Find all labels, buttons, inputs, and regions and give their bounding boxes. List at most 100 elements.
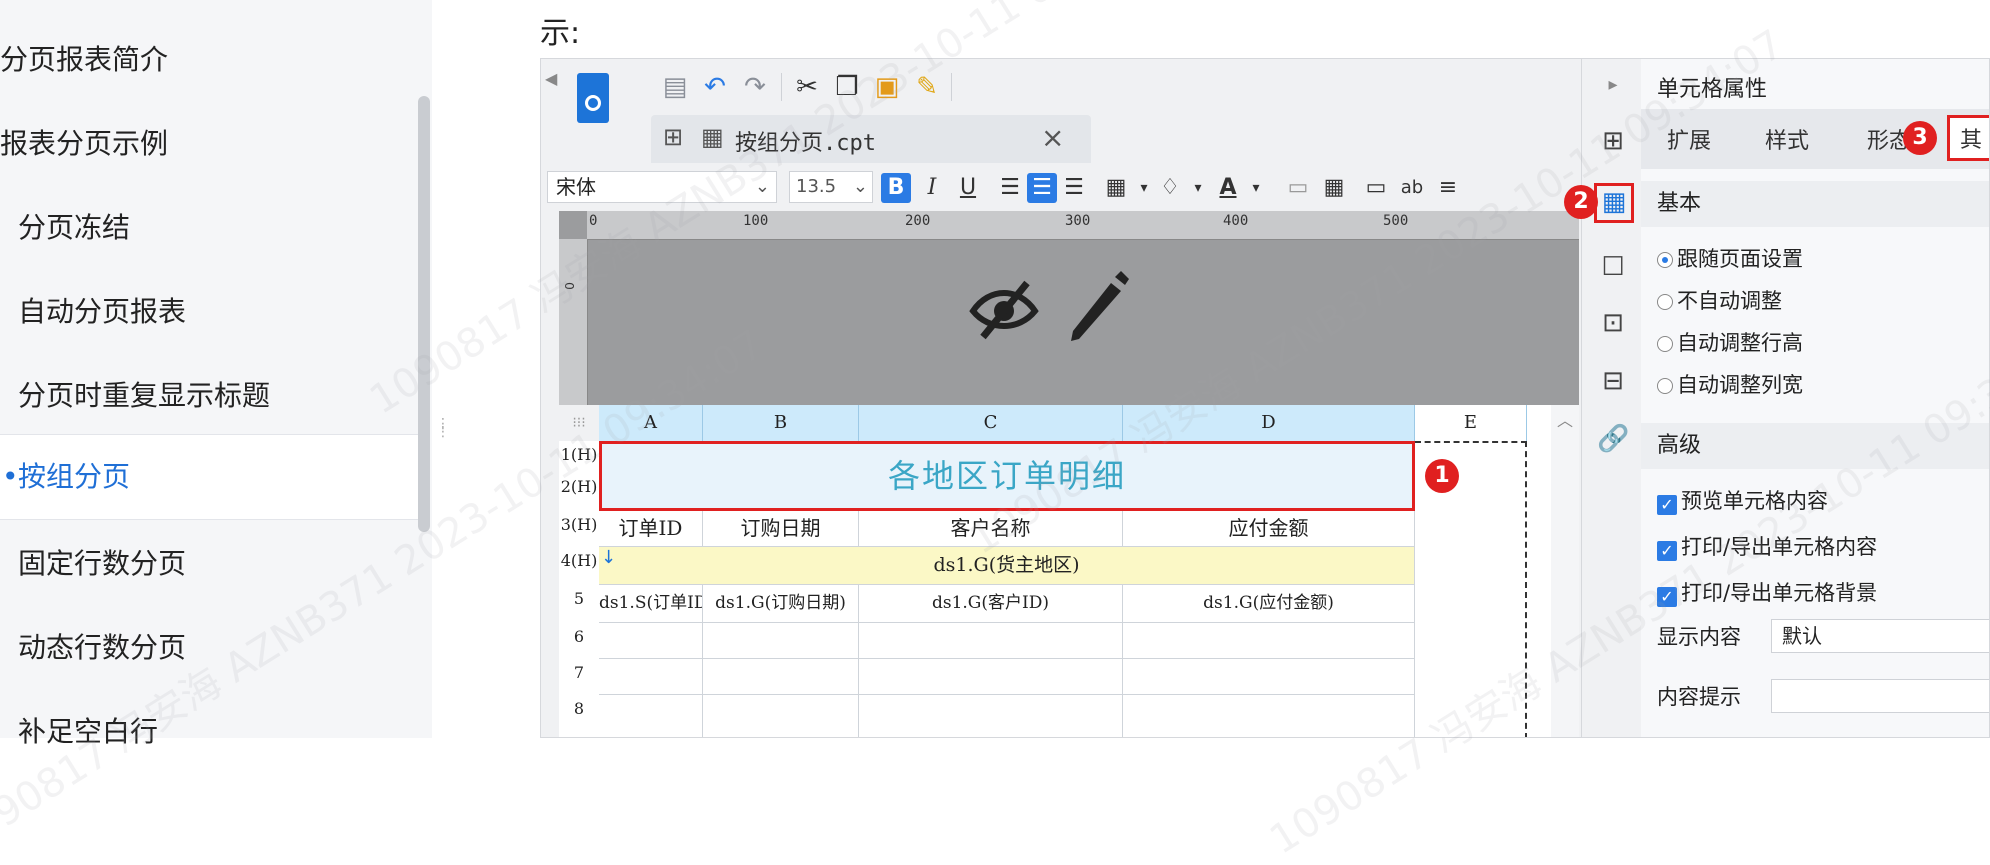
format-painter-icon[interactable]: ✎ xyxy=(911,71,943,103)
align-left-icon[interactable]: ☰ xyxy=(995,173,1025,203)
radio-selected-icon xyxy=(1657,252,1673,268)
data-cell[interactable]: ds1.G(订购日期) xyxy=(703,585,859,623)
more-options-icon[interactable]: ≡ xyxy=(1433,173,1463,203)
paste-icon[interactable]: ▣ xyxy=(871,71,903,103)
row-header[interactable]: 8 xyxy=(559,699,599,718)
chevron-down-icon[interactable]: ▾ xyxy=(1183,173,1213,203)
nav-item-repeat-title[interactable]: 分页时重复显示标题 xyxy=(18,374,438,414)
row-header[interactable]: 2(H) xyxy=(559,477,599,496)
checkbox-print-content[interactable]: ✓ 打印/导出单元格内容 xyxy=(1657,531,1877,561)
display-content-select[interactable]: 默认 xyxy=(1771,619,1989,653)
report-title-cell[interactable]: 各地区订单明细 xyxy=(599,441,1415,511)
empty-cell[interactable] xyxy=(1123,659,1415,695)
column-header-b[interactable]: B xyxy=(703,405,859,441)
nav-item-examples[interactable]: 报表分页示例 xyxy=(0,122,420,162)
file-tab[interactable]: ⊞ ▦ 按组分页.cpt × xyxy=(651,115,1091,163)
align-center-icon[interactable]: ☰ xyxy=(1027,173,1057,203)
undo-icon[interactable]: ↶ xyxy=(699,71,731,103)
nav-item-dynamic-rows[interactable]: 动态行数分页 xyxy=(18,626,438,666)
column-header-e[interactable]: E xyxy=(1415,405,1527,441)
tooltip-input[interactable] xyxy=(1771,679,1989,713)
cut-icon[interactable]: ✂ xyxy=(791,71,823,103)
row-header[interactable]: 4(H) xyxy=(559,551,599,570)
tab-other[interactable]: 其 xyxy=(1947,115,1989,161)
copy-icon[interactable]: ❐ xyxy=(831,71,863,103)
column-header-d[interactable]: D xyxy=(1123,405,1415,441)
insert-table-icon[interactable]: ▦ xyxy=(1319,173,1349,203)
empty-cell[interactable] xyxy=(599,659,703,695)
collapse-left-icon[interactable]: ◀ xyxy=(545,69,557,88)
redo-icon[interactable]: ↷ xyxy=(739,71,771,103)
align-right-icon[interactable]: ☰ xyxy=(1059,173,1089,203)
radio-auto-col-width[interactable]: 自动调整列宽 xyxy=(1657,369,1803,399)
merge-cells-icon[interactable]: ▭ xyxy=(1283,173,1313,203)
report-element-icon[interactable]: ⊞ xyxy=(1597,125,1629,157)
chevron-up-icon[interactable]: ︿ xyxy=(1557,407,1573,431)
template-doc-icon[interactable] xyxy=(577,73,609,123)
header-cell[interactable]: 订购日期 xyxy=(703,511,859,547)
data-cell[interactable]: ds1.G(应付金额) xyxy=(1123,585,1415,623)
text-color-button[interactable]: A xyxy=(1213,173,1243,203)
row-header[interactable]: 3(H) xyxy=(559,515,599,534)
pencil-icon[interactable] xyxy=(1067,269,1131,343)
row-header[interactable]: 5 xyxy=(559,589,599,608)
empty-cell[interactable] xyxy=(1123,623,1415,659)
row-header[interactable]: 6 xyxy=(559,627,599,646)
row-header[interactable]: 1(H) xyxy=(559,445,599,464)
nav-item-group-page[interactable]: • 按组分页 xyxy=(0,434,420,520)
header-cell[interactable]: 应付金额 xyxy=(1123,511,1415,547)
row-header[interactable]: 7 xyxy=(559,663,599,682)
nav-item-freeze[interactable]: 分页冻结 xyxy=(18,206,438,246)
radio-auto-row-height[interactable]: 自动调整行高 xyxy=(1657,327,1803,357)
fill-color-icon[interactable]: ♢ xyxy=(1155,173,1185,203)
widget-icon[interactable]: ⊡ xyxy=(1597,307,1629,339)
nav-item-auto-page[interactable]: 自动分页报表 xyxy=(18,290,438,330)
italic-button[interactable]: I xyxy=(917,173,947,203)
data-cell[interactable]: ds1.G(客户ID) xyxy=(859,585,1123,623)
underline-button[interactable]: U xyxy=(953,173,983,203)
tab-expand[interactable]: 扩展 xyxy=(1667,123,1711,155)
tab-style[interactable]: 样式 xyxy=(1765,123,1809,155)
radio-follow-page[interactable]: 跟随页面设置 xyxy=(1657,243,1803,273)
header-cell[interactable]: 订单ID xyxy=(599,511,703,547)
text-wrap-button[interactable]: ab xyxy=(1397,173,1427,203)
header-cell[interactable]: 客户名称 xyxy=(859,511,1123,547)
empty-cell[interactable] xyxy=(703,623,859,659)
sidebar-scrollbar[interactable] xyxy=(418,96,430,532)
cell-element-icon[interactable]: ☐ xyxy=(1597,251,1629,283)
empty-cell[interactable] xyxy=(599,695,703,737)
empty-cell[interactable] xyxy=(703,659,859,695)
empty-cell[interactable] xyxy=(1123,695,1415,737)
group-cell[interactable]: ds1.G(货主地区) xyxy=(599,547,1415,585)
border-icon[interactable]: ▦ xyxy=(1101,173,1131,203)
condition-attributes-icon[interactable]: ⊟ xyxy=(1597,365,1629,397)
nav-item-intro[interactable]: 分页报表简介 xyxy=(0,38,420,78)
empty-cell[interactable] xyxy=(859,623,1123,659)
save-icon[interactable]: ▤ xyxy=(659,71,691,103)
data-cell[interactable]: ds1.S(订单ID) xyxy=(599,585,703,623)
empty-cell[interactable] xyxy=(859,695,1123,737)
font-size-select[interactable]: 13.5 ⌄ xyxy=(789,171,873,203)
radio-no-auto[interactable]: 不自动调整 xyxy=(1657,285,1782,315)
grid-scrollbar[interactable]: ︿ xyxy=(1551,405,1579,737)
chevron-down-icon[interactable]: ▾ xyxy=(1241,173,1271,203)
chevron-right-icon[interactable]: ▸ xyxy=(1597,69,1629,101)
resize-handle[interactable]: ⋮ ⋮ xyxy=(436,417,450,439)
checkbox-print-background[interactable]: ✓ 打印/导出单元格背景 xyxy=(1657,577,1877,607)
empty-cell[interactable] xyxy=(859,659,1123,695)
hyperlink-icon[interactable]: 🔗 xyxy=(1597,423,1629,455)
select-all-corner[interactable]: ⁝⁝⁝ xyxy=(559,405,599,441)
bold-button[interactable]: B xyxy=(881,173,911,203)
cell-properties-icon[interactable]: ▦ xyxy=(1594,183,1634,223)
close-icon[interactable]: × xyxy=(1041,121,1064,154)
checkbox-preview-content[interactable]: ✓ 预览单元格内容 xyxy=(1657,485,1828,515)
nav-item-fill-blank[interactable]: 补足空白行 xyxy=(18,710,438,750)
column-header-a[interactable]: A xyxy=(599,405,703,441)
column-header-c[interactable]: C xyxy=(859,405,1123,441)
nav-item-fixed-rows[interactable]: 固定行数分页 xyxy=(18,542,438,582)
empty-cell[interactable] xyxy=(599,623,703,659)
text-field-icon[interactable]: ▭ xyxy=(1361,173,1391,203)
font-family-select[interactable]: 宋体 ⌄ xyxy=(547,171,777,203)
eye-off-icon[interactable] xyxy=(969,273,1039,343)
empty-cell[interactable] xyxy=(703,695,859,737)
